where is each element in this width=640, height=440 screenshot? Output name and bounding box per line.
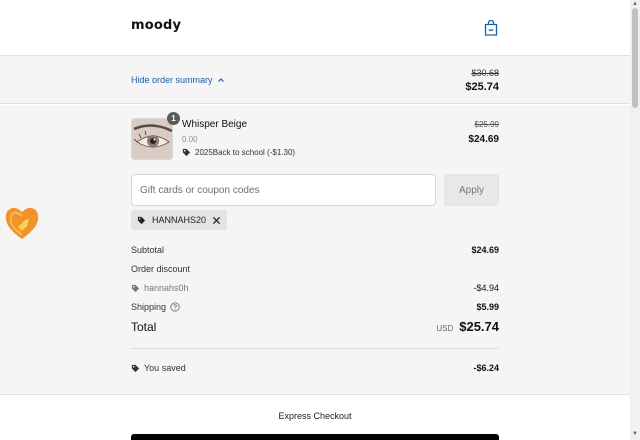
- you-saved-label: You saved: [144, 363, 186, 373]
- subtotal-value: $24.69: [471, 245, 499, 255]
- express-checkout-button[interactable]: [131, 434, 499, 440]
- total-value: $25.74: [459, 319, 499, 334]
- chevron-up-icon: [217, 78, 224, 82]
- express-checkout-heading: Express Checkout: [278, 411, 352, 421]
- original-total: $30.68: [471, 68, 499, 78]
- product-discount-label: 2025Back to school (-$1.30): [195, 148, 296, 157]
- total-amount: USD $25.74: [436, 319, 499, 334]
- you-saved-row: You saved: [131, 363, 186, 373]
- product-price: $24.69: [468, 134, 499, 145]
- coupon-code-input[interactable]: [131, 174, 436, 206]
- shipping-label: Shipping: [131, 302, 167, 312]
- applied-coupon-chip: HANNAHS20: [131, 210, 228, 230]
- tag-icon: [131, 364, 140, 372]
- shipping-value: $5.99: [476, 302, 499, 312]
- subtotal-label: Subtotal: [131, 245, 165, 255]
- you-saved-value: -$6.24: [473, 363, 499, 373]
- discount-code: hannahs0h: [144, 283, 189, 293]
- scroll-up-icon[interactable]: ▲: [632, 1, 638, 7]
- tag-icon: [137, 216, 146, 224]
- product-discount: 2025Back to school (-$1.30): [182, 148, 295, 157]
- order-summary-panel: 1 Whisper Beige 0.00 2025Back to school …: [0, 105, 630, 395]
- heart-widget-icon[interactable]: [4, 203, 40, 243]
- divider: [131, 348, 499, 349]
- header: moody: [0, 0, 630, 56]
- scrollbar-thumb[interactable]: [632, 8, 638, 108]
- summary-total: $25.74: [465, 81, 499, 93]
- order-discount-label: Order discount: [131, 264, 191, 274]
- hide-order-summary-toggle[interactable]: Hide order summary: [131, 75, 225, 85]
- discount-value: -$4.94: [473, 283, 499, 293]
- tag-icon: [131, 284, 140, 292]
- applied-coupon-code: HANNAHS20: [152, 215, 207, 225]
- toggle-label: Hide order summary: [131, 75, 213, 85]
- close-icon[interactable]: [212, 216, 221, 225]
- tag-icon: [182, 148, 191, 157]
- quantity-badge: 1: [167, 112, 180, 125]
- eye-image-icon: [132, 119, 172, 159]
- store-logo[interactable]: moody: [131, 18, 181, 33]
- apply-button[interactable]: Apply: [444, 174, 499, 206]
- help-circle-icon[interactable]: [170, 302, 180, 312]
- shipping-row: Shipping: [131, 302, 180, 312]
- shopping-bag-icon[interactable]: [484, 20, 498, 36]
- currency-code: USD: [436, 324, 454, 333]
- order-summary-bar: Hide order summary $30.68 $25.74: [0, 56, 630, 104]
- product-name: Whisper Beige: [182, 119, 248, 130]
- discount-code-row: hannahs0h: [131, 283, 189, 293]
- product-original-price: $25.99: [474, 120, 499, 129]
- scroll-down-icon[interactable]: ▼: [632, 431, 638, 437]
- product-subtitle: 0.00: [182, 135, 198, 144]
- total-label: Total: [131, 320, 157, 334]
- product-image: [131, 118, 173, 160]
